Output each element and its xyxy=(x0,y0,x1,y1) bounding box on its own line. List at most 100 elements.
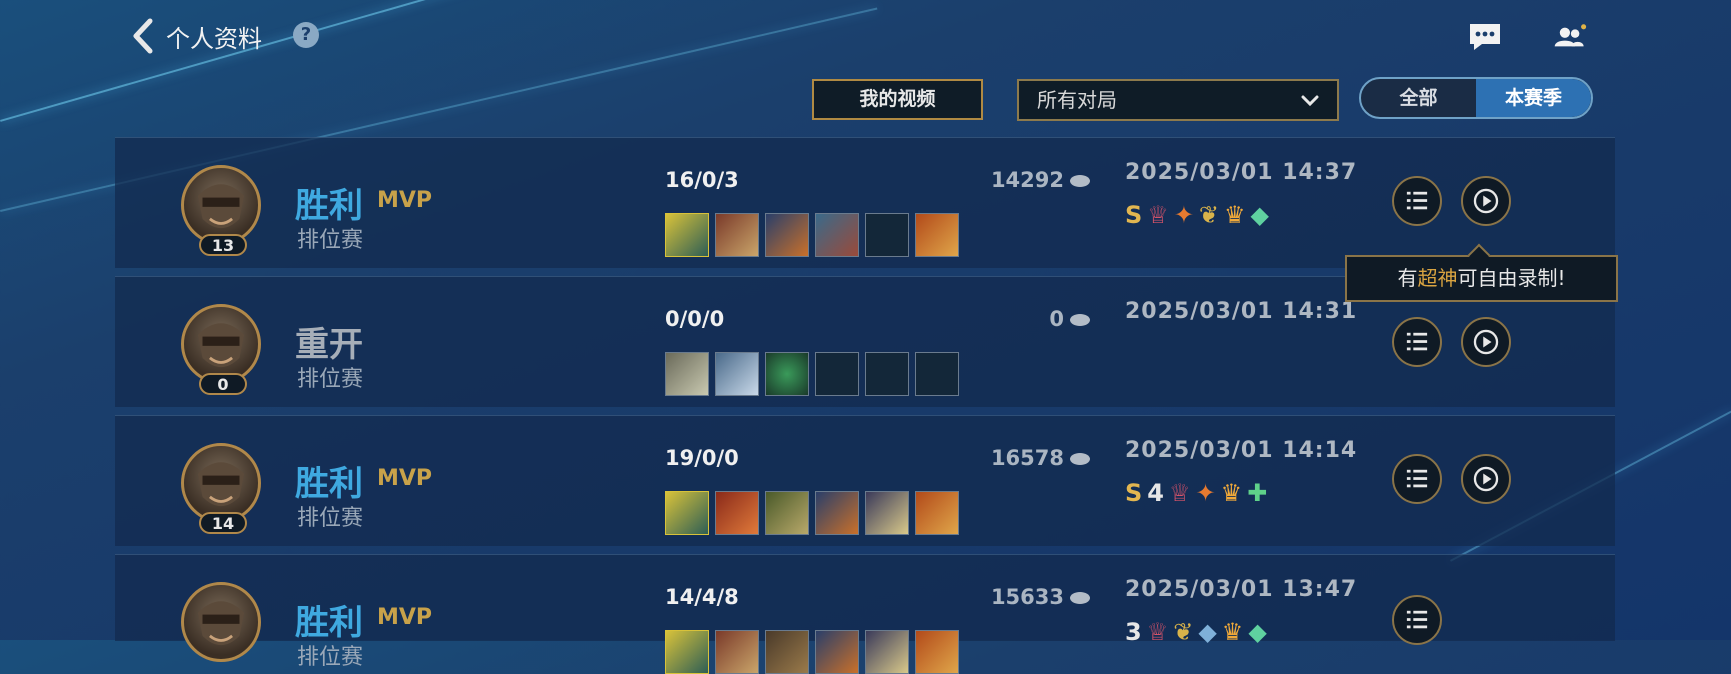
item-slot xyxy=(765,491,809,535)
match-detail-button[interactable] xyxy=(1392,454,1442,504)
champion-level: 14 xyxy=(199,512,247,534)
match-detail-button[interactable] xyxy=(1392,176,1442,226)
gold-icon xyxy=(1070,453,1090,465)
achievement-badge: ♛ xyxy=(1221,618,1244,646)
item-slot xyxy=(865,630,909,674)
achievement-badge: ◆ xyxy=(1248,618,1267,646)
replay-button[interactable] xyxy=(1461,176,1511,226)
achievement-badge: ♕ xyxy=(1169,479,1191,507)
item-slots xyxy=(665,630,959,674)
gold-value: 0 xyxy=(1049,307,1064,331)
match-row[interactable]: 13 胜利 MVP 排位赛 16/0/3 14292 2025/03/01 14… xyxy=(115,137,1615,268)
item-slots xyxy=(665,213,959,257)
game-mode: 排位赛 xyxy=(297,367,364,392)
achievement-badge: ✚ xyxy=(1247,479,1268,507)
item-slot xyxy=(815,352,859,396)
champion-avatar xyxy=(181,443,261,523)
game-mode: 排位赛 xyxy=(297,506,364,531)
gold-icon xyxy=(1070,592,1090,604)
season-toggle[interactable]: 全部 本赛季 xyxy=(1359,77,1593,119)
list-icon xyxy=(1406,332,1428,351)
champion-level: 0 xyxy=(199,373,247,395)
replay-button[interactable] xyxy=(1461,317,1511,367)
match-result: 胜利 xyxy=(295,603,363,643)
gold: 14292 xyxy=(875,168,1090,192)
item-slot xyxy=(815,491,859,535)
my-videos-button[interactable]: 我的视频 xyxy=(812,79,983,120)
match-filter-value: 所有对局 xyxy=(1037,88,1117,112)
achievement-badges: 3 ♕ ❦ ◆ ♛ ◆ xyxy=(1125,618,1267,646)
game-mode: 排位赛 xyxy=(297,645,364,670)
rank-badge: S xyxy=(1125,201,1143,229)
item-slot xyxy=(915,630,959,674)
help-icon[interactable]: ? xyxy=(293,22,319,48)
toggle-all[interactable]: 全部 xyxy=(1361,79,1476,117)
list-icon xyxy=(1406,469,1428,488)
replay-icon xyxy=(1473,329,1499,355)
list-icon xyxy=(1406,191,1428,210)
champion-avatar xyxy=(181,304,261,384)
match-time: 2025/03/01 14:37 xyxy=(1125,160,1358,185)
kda: 16/0/3 xyxy=(665,168,739,192)
gold-value: 14292 xyxy=(990,168,1064,192)
friends-icon[interactable] xyxy=(1553,22,1587,52)
match-time: 2025/03/01 13:47 xyxy=(1125,577,1358,602)
match-detail-button[interactable] xyxy=(1392,317,1442,367)
achievement-badge: ◆ xyxy=(1198,618,1217,646)
item-slot xyxy=(665,352,709,396)
mvp-badge: MVP xyxy=(377,466,433,491)
mvp-badge: MVP xyxy=(377,605,433,630)
match-result: 胜利 xyxy=(295,186,363,226)
champion-avatar xyxy=(181,165,261,245)
item-slot xyxy=(915,213,959,257)
achievement-badge: ♛ xyxy=(1224,201,1246,229)
replay-icon xyxy=(1473,466,1499,492)
replay-icon xyxy=(1473,188,1499,214)
achievement-badge: ✦ xyxy=(1195,479,1216,507)
toggle-this-season[interactable]: 本赛季 xyxy=(1476,79,1591,117)
top-bar: 个人资料 ? xyxy=(0,0,1731,72)
item-slot xyxy=(915,352,959,396)
item-slot xyxy=(765,213,809,257)
item-slot xyxy=(765,630,809,674)
gold-icon xyxy=(1070,175,1090,187)
replay-button[interactable] xyxy=(1461,454,1511,504)
page-title: 个人资料 xyxy=(166,24,262,53)
match-time: 2025/03/01 14:31 xyxy=(1125,299,1358,324)
match-detail-button[interactable] xyxy=(1392,595,1442,645)
achievement-badge: ❦ xyxy=(1173,618,1194,646)
gold: 16578 xyxy=(875,446,1090,470)
tooltip-text-after: 可自由录制! xyxy=(1457,266,1566,290)
achievement-badge: ◆ xyxy=(1250,201,1270,229)
kda: 19/0/0 xyxy=(665,446,739,470)
gold-value: 15633 xyxy=(990,585,1064,609)
tooltip-text-before: 有 xyxy=(1397,266,1418,290)
item-slot xyxy=(715,491,759,535)
champion-level: 13 xyxy=(199,234,247,256)
match-row[interactable]: 14 胜利 MVP 排位赛 19/0/0 16578 2025/03/01 14… xyxy=(115,415,1615,546)
achievement-badge: ❦ xyxy=(1198,201,1220,229)
item-slots xyxy=(665,491,959,535)
match-row[interactable]: 胜利 MVP 排位赛 14/4/8 15633 2025/03/01 13:47… xyxy=(115,554,1615,674)
gold-icon xyxy=(1070,314,1090,326)
tooltip-highlight: 超神 xyxy=(1417,266,1458,290)
back-button[interactable]: 个人资料 xyxy=(130,18,262,54)
chat-icon[interactable] xyxy=(1468,22,1502,52)
gold: 0 xyxy=(875,307,1090,331)
item-slot xyxy=(715,630,759,674)
gold: 15633 xyxy=(875,585,1090,609)
item-slot xyxy=(715,352,759,396)
match-filter-select[interactable]: 所有对局 xyxy=(1017,79,1339,121)
item-slot xyxy=(865,213,909,257)
achievement-badges: S 4 ♕ ✦ ♛ ✚ xyxy=(1125,479,1267,507)
chevron-left-icon xyxy=(133,18,153,54)
item-slot xyxy=(765,352,809,396)
achievement-badges: S ♕ ✦ ❦ ♛ ◆ xyxy=(1125,201,1269,229)
achievement-badge: ♕ xyxy=(1146,618,1169,646)
gold-value: 16578 xyxy=(990,446,1064,470)
item-slot xyxy=(665,491,709,535)
kda: 14/4/8 xyxy=(665,585,739,609)
multikill-badge: 3 xyxy=(1125,618,1142,646)
item-slot xyxy=(665,630,709,674)
match-time: 2025/03/01 14:14 xyxy=(1125,438,1358,463)
